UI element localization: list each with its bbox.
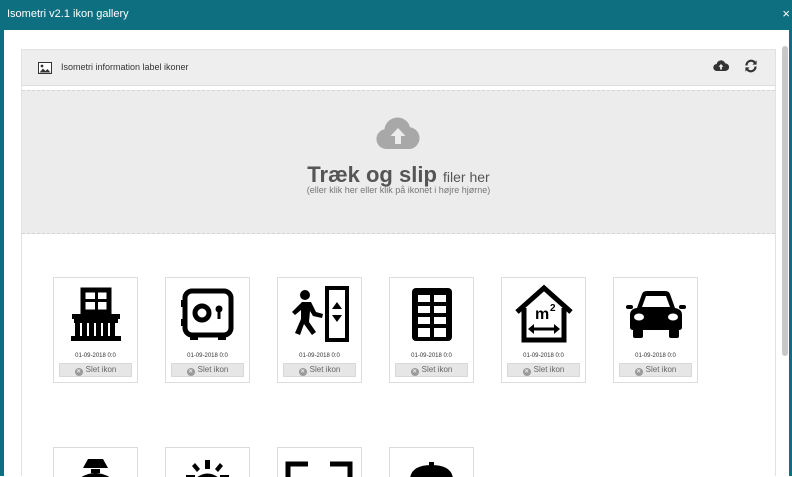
icon-date: 01-09-2018 0:0 (187, 353, 228, 359)
delete-label: Slet ikon (421, 365, 453, 374)
lamp-icon (81, 459, 110, 477)
icon-thumbnail (168, 280, 247, 348)
icon-thumbnail (280, 280, 359, 348)
icon-date: 01-09-2018 0:0 (75, 353, 116, 359)
gallery-panel: Isometri information label ikoner Træk o… (21, 49, 776, 477)
delete-icon-button[interactable]: ✕ Slet ikon (283, 363, 356, 377)
balcony-icon (70, 287, 121, 341)
svg-text:m: m (535, 306, 549, 323)
icon-date: 01-09-2018 0:0 (635, 353, 676, 359)
icon-card (277, 447, 362, 477)
delete-icon-button[interactable]: ✕ Slet ikon (507, 363, 580, 377)
delete-icon-button[interactable]: ✕ Slet ikon (619, 363, 692, 377)
close-circle-icon: ✕ (634, 368, 643, 376)
delete-icon-button[interactable]: ✕ Slet ikon (59, 363, 132, 377)
close-circle-icon: ✕ (522, 368, 531, 376)
panel-header: Isometri information label ikoner (22, 50, 775, 86)
scrollbar[interactable] (782, 46, 788, 476)
icon-card (165, 447, 250, 477)
delete-label: Slet ikon (85, 365, 117, 374)
icon-thumbnail (392, 280, 471, 348)
close-button[interactable]: × (782, 7, 790, 21)
close-circle-icon: ✕ (186, 368, 195, 376)
delete-label: Slet ikon (645, 365, 677, 374)
car-icon (625, 291, 686, 338)
house-area-icon: m 2 (514, 284, 573, 343)
icon-card: m 2 01-09-2018 0:0 ✕ Slet ikon (501, 277, 586, 383)
close-circle-icon: ✕ (298, 368, 307, 376)
delete-icon-button[interactable]: ✕ Slet ikon (171, 363, 244, 377)
building-icon (411, 288, 452, 341)
icon-date: 01-09-2018 0:0 (299, 353, 340, 359)
refresh-icon[interactable] (744, 59, 758, 78)
icon-card (53, 447, 138, 477)
dropzone-title-bold: Træk og slip (307, 162, 437, 187)
icon-date: 01-09-2018 0:0 (523, 353, 564, 359)
icon-thumbnail (56, 280, 135, 348)
svg-text:2: 2 (550, 303, 556, 314)
close-circle-icon: ✕ (410, 368, 419, 376)
icon-date: 01-09-2018 0:0 (411, 353, 452, 359)
delete-label: Slet ikon (197, 365, 229, 374)
cloud-upload-icon[interactable] (713, 59, 730, 78)
image-icon (38, 61, 52, 79)
window-titlebar: Isometri v2.1 ikon gallery × (0, 0, 792, 30)
close-circle-icon: ✕ (74, 368, 83, 376)
icon-card: 01-09-2018 0:0 ✕ Slet ikon (53, 277, 138, 383)
dome-icon (410, 462, 453, 477)
sun-icon (186, 460, 229, 477)
icon-thumbnail (616, 280, 695, 348)
icon-card: 01-09-2018 0:0 ✕ Slet ikon (277, 277, 362, 383)
dropzone-title-rest: filer her (443, 169, 490, 185)
icon-card: 01-09-2018 0:0 ✕ Slet ikon (389, 277, 474, 383)
window-border-left (0, 30, 4, 476)
delete-label: Slet ikon (533, 365, 565, 374)
panel-title: Isometri information label ikoner (61, 62, 189, 72)
scrollbar-thumb[interactable] (782, 46, 788, 356)
delete-icon-button[interactable]: ✕ Slet ikon (395, 363, 468, 377)
elevator-icon (291, 286, 349, 342)
delete-label: Slet ikon (309, 365, 341, 374)
safe-icon (180, 288, 233, 340)
icon-thumbnail: m 2 (504, 280, 583, 348)
expand-icon (285, 461, 353, 477)
icon-card: 01-09-2018 0:0 ✕ Slet ikon (613, 277, 698, 383)
icon-card: 01-09-2018 0:0 ✕ Slet ikon (165, 277, 250, 383)
icon-card (389, 447, 474, 477)
window-title: Isometri v2.1 ikon gallery (7, 8, 129, 20)
file-dropzone[interactable]: Træk og slip filer her (eller klik her e… (22, 90, 775, 234)
dropzone-subtitle: (eller klik her eller klik på ikonet i h… (306, 185, 491, 195)
cloud-upload-icon (374, 115, 422, 158)
